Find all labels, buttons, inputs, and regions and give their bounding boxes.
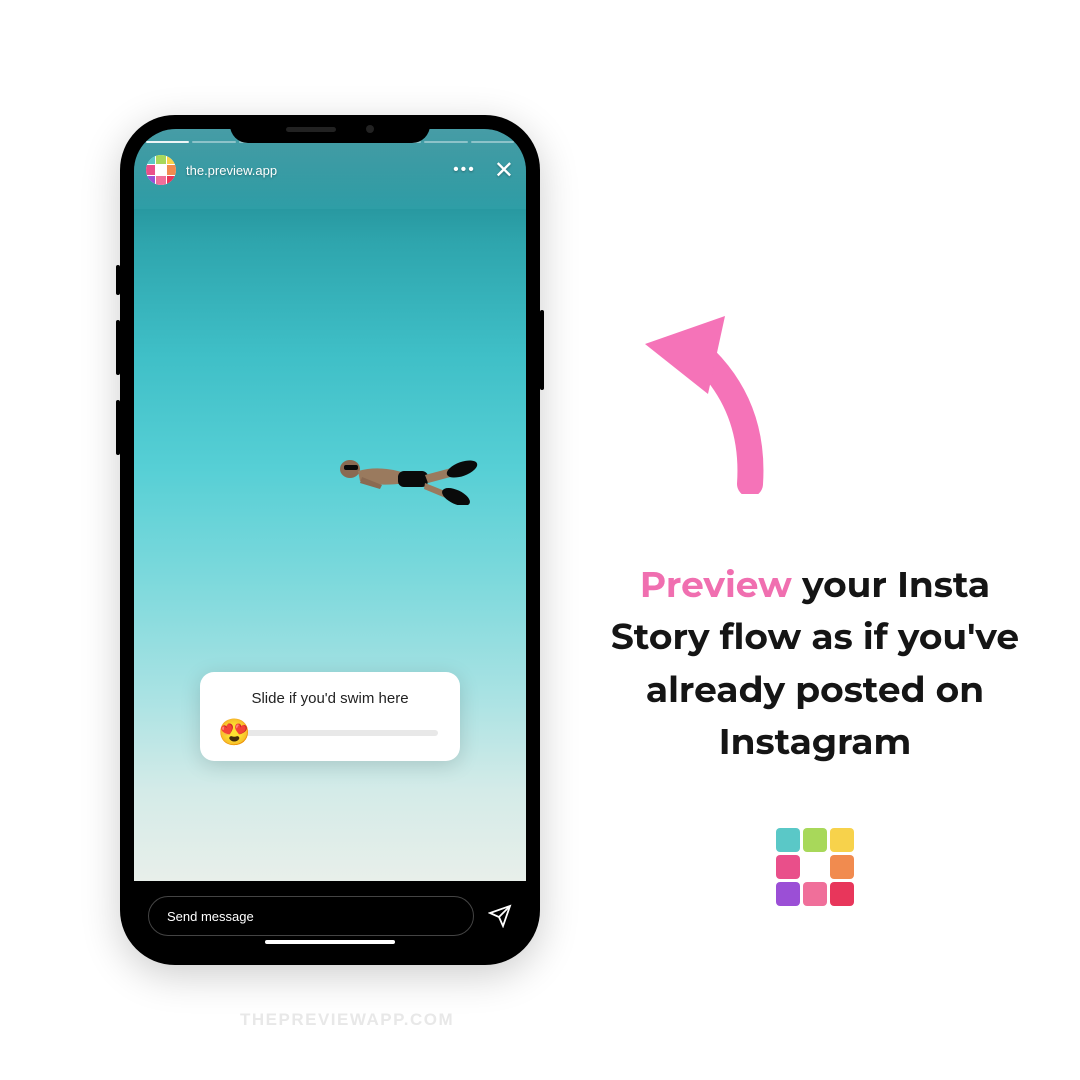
close-icon[interactable]: ✕ [494, 156, 514, 185]
phone-notch [230, 115, 430, 143]
progress-segment [471, 141, 514, 143]
message-placeholder: Send message [167, 909, 254, 924]
progress-segment [424, 141, 467, 143]
progress-segment [192, 141, 235, 143]
story-viewport[interactable]: the.preview.app ••• ✕ Slide if you'd swi… [134, 129, 526, 881]
slider-prompt-text: Slide if you'd swim here [222, 690, 438, 707]
promo-container: the.preview.app ••• ✕ Slide if you'd swi… [0, 0, 1080, 1080]
arrow-icon [620, 294, 1020, 499]
send-icon[interactable] [488, 904, 512, 928]
home-indicator[interactable] [265, 940, 395, 944]
message-input[interactable]: Send message [148, 896, 474, 936]
phone-side-buttons-right [540, 310, 544, 390]
username-label[interactable]: the.preview.app [186, 163, 277, 178]
story-background-diver [310, 445, 490, 505]
caption-section: Preview your Insta Story flow as if you'… [540, 174, 1020, 906]
slider-track[interactable]: 😍 [222, 723, 438, 743]
phone-section: the.preview.app ••• ✕ Slide if you'd swi… [60, 115, 540, 965]
user-avatar[interactable] [146, 155, 176, 185]
phone-side-buttons-left [116, 265, 120, 480]
watermark-text: THEPREVIEWAPP.COM [240, 1010, 454, 1030]
brand-logo [610, 828, 1020, 906]
more-options-icon[interactable]: ••• [453, 161, 476, 179]
promo-caption: Preview your Insta Story flow as if you'… [610, 559, 1020, 768]
story-user-row: the.preview.app ••• ✕ [146, 155, 514, 185]
progress-segment [146, 141, 189, 143]
heart-eyes-emoji-icon[interactable]: 😍 [218, 717, 250, 748]
phone-screen: the.preview.app ••• ✕ Slide if you'd swi… [134, 129, 526, 951]
phone-frame: the.preview.app ••• ✕ Slide if you'd swi… [120, 115, 540, 965]
caption-highlight: Preview [640, 563, 792, 607]
emoji-slider-sticker[interactable]: Slide if you'd swim here 😍 [200, 672, 460, 761]
